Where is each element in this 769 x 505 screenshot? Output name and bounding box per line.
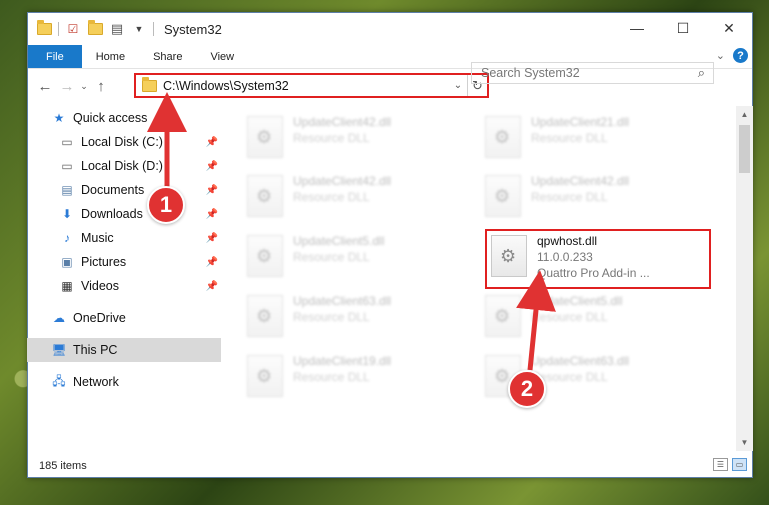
address-bar[interactable]: C:\Windows\System32 ⌄ ↻ bbox=[134, 73, 489, 98]
ribbon-right: ⌄ ? bbox=[716, 48, 748, 63]
tab-home[interactable]: Home bbox=[82, 45, 139, 68]
divider bbox=[58, 22, 59, 36]
tab-view[interactable]: View bbox=[196, 45, 248, 68]
search-input[interactable]: Search System32 ⌕ bbox=[471, 62, 714, 84]
search-icon[interactable]: ⌕ bbox=[698, 65, 705, 81]
title-bar: ☑ ▤ ▼ System32 — ☐ ✕ bbox=[28, 13, 752, 45]
recent-locations-icon[interactable]: ⌄ bbox=[78, 81, 90, 92]
step-1-marker: 1 bbox=[147, 186, 185, 224]
address-dropdown-icon[interactable]: ⌄ bbox=[449, 80, 467, 91]
window-title: System32 bbox=[164, 21, 222, 37]
close-button[interactable]: ✕ bbox=[706, 13, 752, 43]
back-button[interactable]: ← bbox=[34, 78, 56, 95]
tab-share[interactable]: Share bbox=[139, 45, 196, 68]
folder-icon bbox=[142, 76, 157, 92]
address-path[interactable]: C:\Windows\System32 bbox=[163, 79, 449, 93]
expand-ribbon-icon[interactable]: ⌄ bbox=[716, 49, 725, 62]
properties-icon[interactable]: ☑ bbox=[65, 21, 81, 37]
step-2-marker: 2 bbox=[508, 370, 546, 408]
folder-icon bbox=[36, 20, 52, 37]
forward-button[interactable]: → bbox=[56, 78, 78, 95]
qat-dropdown-icon[interactable]: ▼ bbox=[131, 21, 147, 37]
new-folder-icon[interactable] bbox=[87, 20, 103, 37]
help-icon[interactable]: ? bbox=[733, 48, 748, 63]
customize-icon[interactable]: ▤ bbox=[109, 21, 125, 37]
quick-access-toolbar: ☑ ▤ ▼ System32 bbox=[28, 20, 222, 37]
maximize-button[interactable]: ☐ bbox=[660, 13, 706, 43]
window-controls: — ☐ ✕ bbox=[614, 13, 752, 43]
search-placeholder: Search System32 bbox=[481, 66, 580, 80]
tab-file[interactable]: File bbox=[28, 45, 82, 68]
up-button[interactable]: ↑ bbox=[90, 78, 112, 95]
divider bbox=[153, 22, 154, 36]
minimize-button[interactable]: — bbox=[614, 13, 660, 43]
